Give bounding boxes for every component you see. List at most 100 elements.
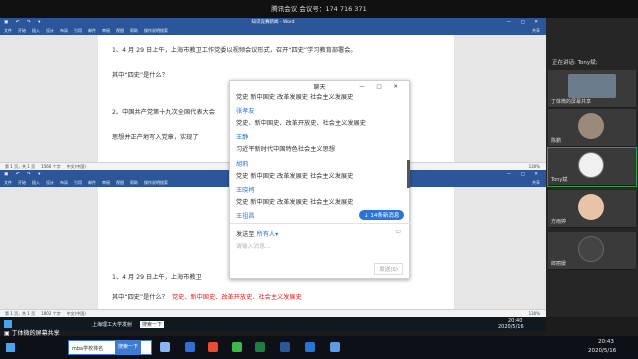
taskbar-app-icon[interactable] (280, 342, 290, 352)
taskbar-app-icon[interactable] (255, 342, 265, 352)
tab-references[interactable]: 引用 (74, 179, 82, 187)
participant-tile[interactable]: 陈鹏 (548, 109, 636, 147)
zoom-level[interactable]: 130% (529, 163, 540, 170)
tab-mailings[interactable]: 邮件 (88, 27, 96, 35)
chat-window-controls[interactable]: — □ ✕ (359, 81, 403, 94)
doc-line: 其中“四史”是什么？ 党史、新中国史、改革开放史、社会主义发展史 (112, 292, 302, 301)
send-to-label: 发送至 (236, 231, 255, 238)
windows-start-icon[interactable] (4, 320, 12, 328)
language: 中文(中国) (66, 164, 86, 169)
tab-review[interactable]: 审阅 (102, 27, 110, 35)
new-messages-label: 14条新消息 (370, 213, 400, 219)
participant-tile[interactable]: 方雨婷 (548, 190, 636, 228)
doc-line: 其中“四史”是什么？ (112, 72, 168, 79)
tab-references[interactable]: 引用 (74, 27, 82, 35)
window-controls[interactable]: — □ ✕ (507, 170, 542, 179)
chat-divider (230, 223, 411, 224)
tab-home[interactable]: 开始 (18, 27, 26, 35)
participant-tile[interactable]: 郎丽媛 (548, 232, 636, 270)
avatar (578, 194, 604, 220)
doc-line: 1、4 月 29 日上午，上海市教卫 (112, 274, 202, 281)
taskbar-app-icon[interactable] (208, 342, 218, 352)
tab-help[interactable]: 帮助 (130, 27, 138, 35)
search-button[interactable]: 搜索一下 (115, 341, 142, 354)
answer-text: 党史、新中国史、改革开放史、社会主义发展史 (171, 294, 302, 301)
chat-sender: 王祖昌 (236, 213, 255, 220)
tell-me-search[interactable]: 操作说明搜索 (144, 27, 168, 35)
tab-view[interactable]: 视图 (116, 179, 124, 187)
chat-message-text: 党史、新中国史、改革开放史、社会主义发展史 (236, 120, 366, 127)
taskbar-app-icon[interactable] (330, 342, 340, 352)
tab-review[interactable]: 审阅 (102, 179, 110, 187)
clock-date: 2020/5/16 (588, 348, 617, 354)
chat-message-text: 党史 新中国史 改革发展史 社会主义发展史 (236, 94, 354, 101)
participant-tile[interactable]: Tony斌 (547, 147, 637, 187)
doc-line: 2、中国共产党第十九次全国代表大会 (112, 109, 215, 116)
chat-scrollbar[interactable] (407, 160, 410, 188)
chat-message-text: 党史 新中国史 改革发展史 社会主义发展史 (236, 173, 354, 180)
taskbar-app-icon[interactable] (232, 342, 242, 352)
participants-panel: 正在讲话: Tony斌; 丁体微的屏幕共享 陈鹏 Tony斌 方雨婷 郎丽媛 (546, 18, 638, 317)
chevron-down-icon[interactable]: ▾ (275, 231, 278, 238)
taskbar-item[interactable]: 搜索一下 (140, 321, 165, 328)
question-text: 其中“四史”是什么？ (112, 294, 168, 301)
chat-sender: 胡莉 (236, 161, 249, 168)
tab-layout[interactable]: 布局 (60, 179, 68, 187)
participant-name: 郎丽媛 (551, 261, 567, 267)
tab-design[interactable]: 设计 (46, 179, 54, 187)
meeting-title-bar: 腾讯会议 会议号：174 716 371 (0, 0, 638, 18)
tab-help[interactable]: 帮助 (130, 179, 138, 187)
search-input[interactable]: mba学校排名 (72, 345, 103, 352)
page-count: 第 1 页，共 1 页 (5, 164, 36, 169)
doc-line: 1、4 月 29 日上午，上海市教卫工作党委以视频会议形式，召开“四史”学习教育… (112, 47, 357, 54)
taskbar-app-icon[interactable] (305, 342, 315, 352)
tab-view[interactable]: 视图 (116, 27, 124, 35)
tab-file[interactable]: 文件 (4, 179, 12, 187)
send-to-select[interactable]: 所有人 (257, 231, 276, 238)
participant-tile[interactable]: 丁体微的屏幕共享 (548, 70, 636, 108)
zoom-level[interactable]: 130% (529, 310, 540, 317)
tab-insert[interactable]: 插入 (32, 27, 40, 35)
tab-insert[interactable]: 插入 (32, 179, 40, 187)
chat-sender: 张孝友 (236, 108, 255, 115)
word-count: 1802 个字 (41, 311, 61, 316)
chat-input[interactable]: 请输入消息... (236, 241, 271, 250)
window-controls[interactable]: — □ ✕ (507, 18, 542, 27)
tab-home[interactable]: 开始 (18, 179, 26, 187)
doc-line: 思想并正产地写入党章，实现了 (112, 134, 199, 141)
chat-message-text: 习近平新时代中国特色社会主义思想 (236, 146, 335, 153)
search-box[interactable]: mba学校排名 搜索一下 (68, 340, 152, 355)
taskbar-item[interactable]: 上海理工大学发射 (92, 321, 132, 328)
clock-date: 2020/5/16 (498, 324, 524, 330)
tab-file[interactable]: 文件 (4, 27, 12, 35)
chat-sender: 王静 (236, 134, 249, 141)
quick-access-icons[interactable]: ▣ ↶ ↷ ▾ (4, 18, 43, 27)
word-count: 1566 个字 (41, 164, 61, 169)
tab-layout[interactable]: 布局 (60, 27, 68, 35)
chat-title: 聊天 (313, 84, 326, 91)
send-to-row[interactable]: 发送至 所有人▾ (236, 229, 278, 238)
tell-me-search[interactable]: 操作说明搜索 (144, 179, 168, 187)
meeting-title: 腾讯会议 会议号：174 716 371 (271, 5, 367, 13)
avatar (578, 152, 604, 178)
quick-access-icons[interactable]: ▣ ↶ ↷ ▾ (4, 170, 43, 179)
taskbar-app-icon[interactable] (160, 342, 170, 352)
participant-name: 陈鹏 (551, 138, 562, 144)
avatar (578, 113, 604, 139)
tab-mailings[interactable]: 邮件 (88, 179, 96, 187)
participant-name: Tony斌 (551, 177, 568, 183)
new-messages-badge[interactable]: ↓ 14条新消息 (359, 210, 405, 220)
windows-start-icon[interactable] (6, 343, 15, 352)
participant-name: 丁体微的屏幕共享 (551, 99, 592, 105)
shared-taskbar: 上海理工大学发射 搜索一下 20:40 2020/5/16 (0, 317, 546, 331)
share-button[interactable]: 共享 (532, 27, 540, 35)
send-button[interactable]: 发送(S) (374, 263, 403, 275)
main-taskbar: mba学校排名 搜索一下 20:43 2020/5/16 (0, 336, 638, 359)
share-button[interactable]: 共享 (532, 179, 540, 187)
ribbon-tabs: 文件 开始 插入 设计 布局 引用 邮件 审阅 视图 帮助 操作说明搜索 共享 (0, 27, 546, 35)
taskbar-app-icon[interactable] (185, 342, 195, 352)
participant-name: 方雨婷 (551, 219, 567, 225)
tab-design[interactable]: 设计 (46, 27, 54, 35)
attach-file-icon[interactable]: ▭ (395, 228, 401, 235)
word-title-bar: ▣ ↶ ↷ ▾ 知识竞赛新闻 - Word — □ ✕ (0, 18, 546, 27)
